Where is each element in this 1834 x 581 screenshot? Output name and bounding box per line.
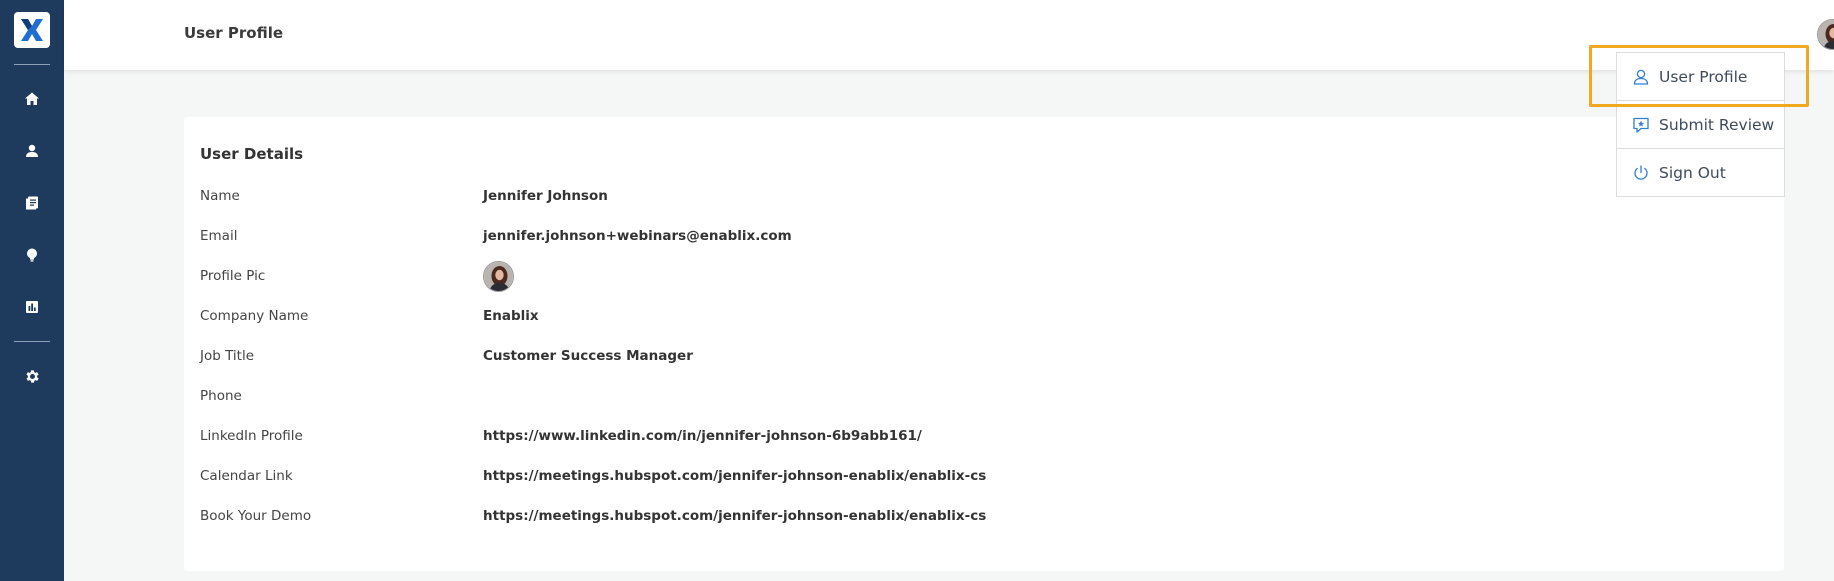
card-heading: User Details (200, 145, 304, 163)
detail-label: Calendar Link (200, 468, 293, 484)
app-logo[interactable] (14, 12, 50, 48)
user-outline-icon (1632, 68, 1650, 86)
sidebar-item-user[interactable] (22, 141, 42, 161)
chart-icon (26, 301, 38, 313)
avatar-photo-icon (1818, 20, 1834, 49)
home-icon (25, 92, 39, 105)
user-icon (26, 144, 38, 157)
detail-label: Email (200, 228, 238, 244)
detail-label: Profile Pic (200, 268, 266, 284)
menu-item-label: User Profile (1659, 67, 1748, 86)
avatar-photo-icon (484, 261, 513, 291)
detail-label: Job Title (200, 348, 255, 364)
review-icon (1632, 116, 1650, 134)
top-header: User Profile (64, 0, 1834, 70)
sidebar-item-ideas[interactable] (22, 245, 42, 265)
detail-row-profile-pic: Profile Pic (200, 260, 1700, 292)
detail-row-name: Name Jennifer Johnson (200, 184, 1700, 208)
power-icon (1632, 164, 1650, 182)
logo-x-icon (21, 19, 43, 41)
gear-icon (25, 369, 39, 383)
lightbulb-icon (27, 248, 37, 262)
detail-row-phone: Phone (200, 384, 1700, 408)
detail-row-book-demo: Book Your Demo https://meetings.hubspot.… (200, 504, 1700, 528)
menu-item-label: Submit Review (1659, 115, 1775, 134)
sidebar (0, 0, 64, 581)
document-icon (26, 196, 38, 210)
detail-value: jennifer.johnson+webinars@enablix.com (483, 228, 792, 244)
menu-item-user-profile[interactable]: User Profile (1617, 53, 1784, 101)
detail-row-calendar: Calendar Link https://meetings.hubspot.c… (200, 464, 1700, 488)
sidebar-item-settings[interactable] (22, 366, 42, 386)
detail-label: Book Your Demo (200, 508, 312, 524)
detail-value: Customer Success Manager (483, 348, 693, 364)
sidebar-divider (14, 64, 50, 65)
sidebar-divider (14, 341, 50, 342)
detail-row-company: Company Name Enablix (200, 304, 1700, 328)
menu-item-submit-review[interactable]: Submit Review (1617, 101, 1784, 149)
linkedin-link[interactable]: https://www.linkedin.com/in/jennifer-joh… (483, 428, 922, 444)
detail-row-email: Email jennifer.johnson+webinars@enablix.… (200, 224, 1700, 248)
menu-item-label: Sign Out (1659, 164, 1726, 182)
user-menu-dropdown: User Profile Submit Review Sign Out (1616, 52, 1785, 197)
detail-label: LinkedIn Profile (200, 428, 303, 444)
sidebar-item-documents[interactable] (22, 193, 42, 213)
sidebar-item-home[interactable] (22, 89, 42, 109)
detail-value: Enablix (483, 308, 539, 324)
detail-value: Jennifer Johnson (483, 188, 608, 204)
menu-item-sign-out[interactable]: Sign Out (1617, 149, 1784, 197)
profile-pic-avatar (483, 260, 514, 292)
book-demo-link[interactable]: https://meetings.hubspot.com/jennifer-jo… (483, 508, 986, 524)
sidebar-item-analytics[interactable] (22, 297, 42, 317)
detail-label: Company Name (200, 308, 309, 324)
detail-row-linkedin: LinkedIn Profile https://www.linkedin.co… (200, 424, 1700, 448)
detail-label: Phone (200, 388, 242, 404)
page-title: User Profile (184, 24, 284, 42)
detail-label: Name (200, 188, 240, 204)
calendar-link[interactable]: https://meetings.hubspot.com/jennifer-jo… (483, 468, 986, 484)
user-details-card: User Details Name Jennifer Johnson Email… (184, 117, 1784, 571)
user-avatar-button[interactable] (1817, 19, 1834, 50)
detail-row-job-title: Job Title Customer Success Manager (200, 344, 1700, 368)
